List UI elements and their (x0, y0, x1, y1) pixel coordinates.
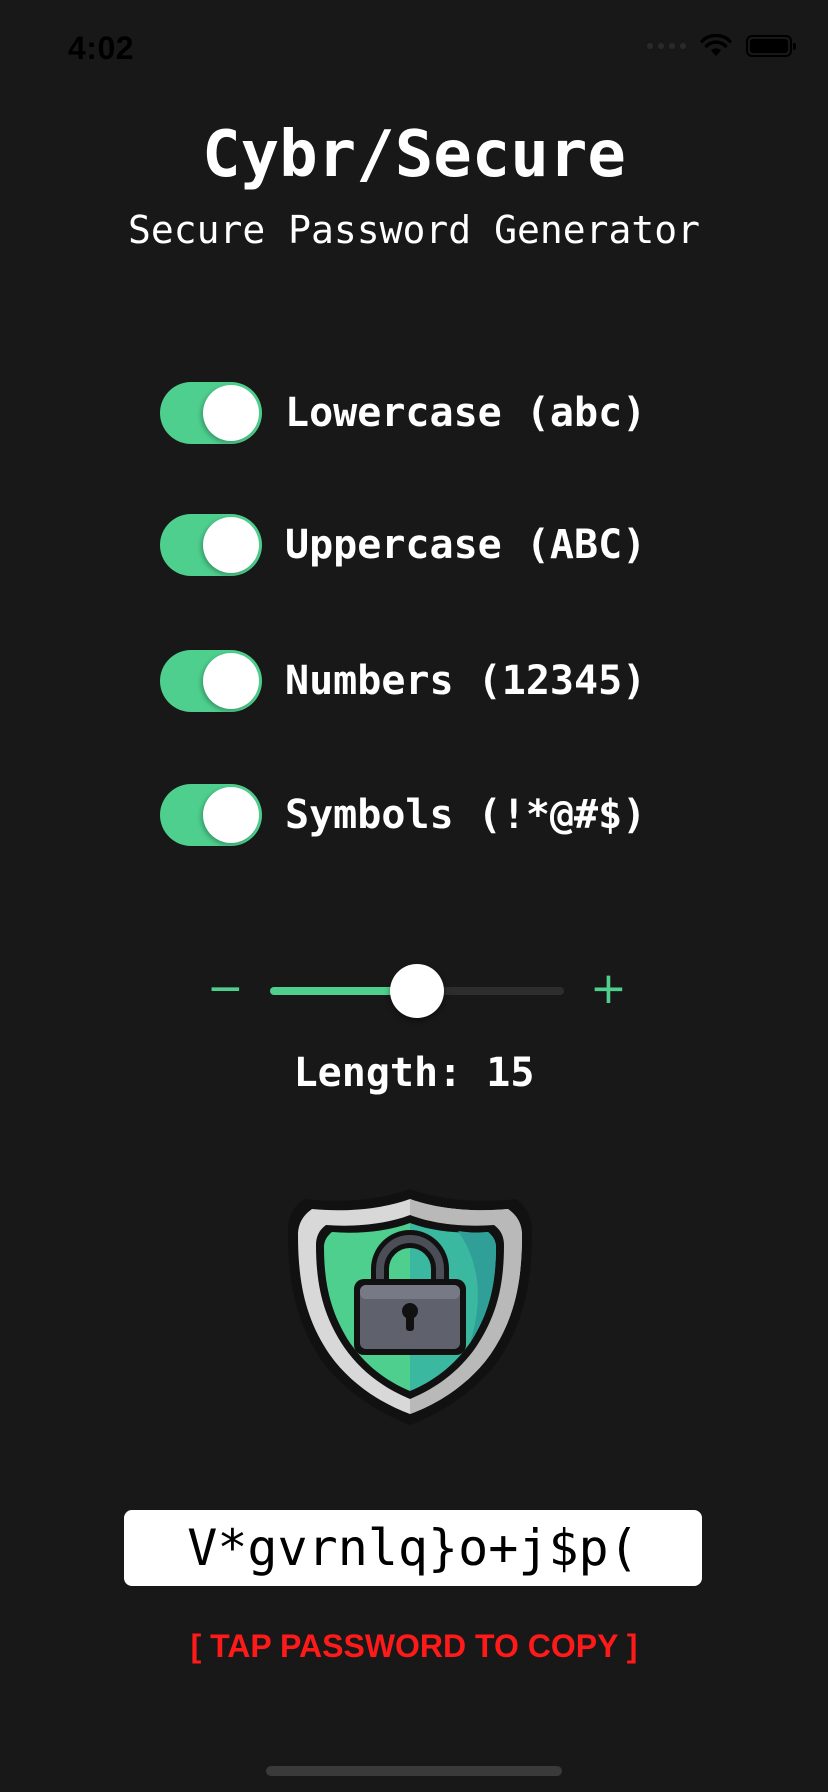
slider-thumb[interactable] (390, 964, 444, 1018)
option-row-lowercase: Lowercase (abc) (160, 382, 646, 444)
option-row-symbols: Symbols (!*@#$) (160, 784, 646, 846)
numbers-toggle[interactable] (160, 650, 262, 712)
home-indicator (266, 1766, 562, 1776)
length-slider-area: − + (0, 960, 828, 1020)
lowercase-toggle[interactable] (160, 382, 262, 444)
cellular-signal-icon (647, 43, 686, 49)
option-row-numbers: Numbers (12345) (160, 650, 646, 712)
uppercase-toggle[interactable] (160, 514, 262, 576)
symbols-toggle[interactable] (160, 784, 262, 846)
status-icons (647, 34, 796, 58)
length-slider[interactable] (270, 964, 564, 1018)
plus-icon[interactable]: + (590, 964, 627, 1014)
minus-icon[interactable]: − (207, 964, 244, 1014)
shield-lock-icon (288, 1189, 532, 1425)
copy-hint: [ TAP PASSWORD TO COPY ] (190, 1628, 638, 1664)
symbols-label: Symbols (!*@#$) (285, 792, 647, 838)
toggle-knob (203, 517, 259, 573)
uppercase-label: Uppercase (ABC) (285, 522, 647, 568)
battery-icon (746, 35, 796, 57)
length-label: Length: (293, 1050, 463, 1096)
password-display[interactable]: V*gvrnlq}o+j$p( (124, 1510, 702, 1586)
length-readout: Length: 15 (0, 1050, 828, 1096)
option-row-uppercase: Uppercase (ABC) (160, 514, 646, 576)
numbers-label: Numbers (12345) (285, 658, 647, 704)
status-bar: 4:02 (0, 0, 828, 100)
wifi-icon (700, 34, 732, 56)
toggle-knob (203, 653, 259, 709)
app-title: Cybr/Secure (202, 118, 626, 192)
length-value: 15 (486, 1050, 535, 1096)
status-time: 4:02 (68, 30, 135, 66)
app-subtitle: Secure Password Generator (128, 208, 700, 252)
password-text[interactable]: V*gvrnlq}o+j$p( (187, 1519, 639, 1577)
toggle-knob (203, 787, 259, 843)
toggle-knob (203, 385, 259, 441)
lowercase-label: Lowercase (abc) (285, 390, 647, 436)
